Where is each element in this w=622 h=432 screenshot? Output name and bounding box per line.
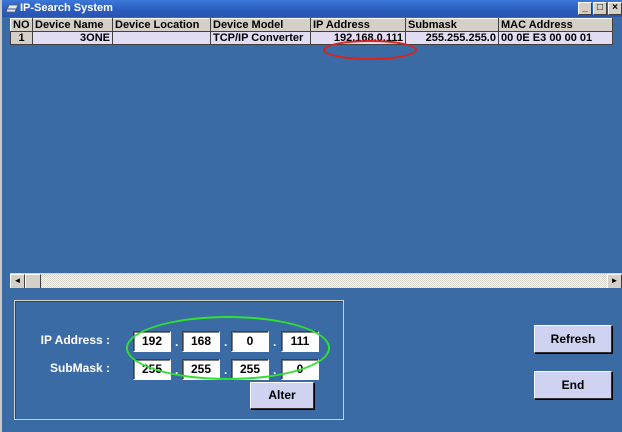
minimize-button[interactable]: _ — [578, 2, 592, 15]
ip-dot-2: . — [224, 335, 228, 349]
cell-mac-address[interactable]: 00 0E E3 00 00 01 — [498, 31, 613, 45]
submask-dot-3: . — [273, 363, 277, 377]
column-header-device-location[interactable]: Device Location — [112, 18, 211, 32]
horizontal-scrollbar[interactable]: ◄ ► — [10, 273, 622, 289]
cell-device-model[interactable]: TCP/IP Converter — [210, 31, 311, 45]
cell-no[interactable]: 1 — [10, 31, 33, 45]
scroll-left-icon[interactable]: ◄ — [10, 274, 25, 289]
title-bar[interactable]: IP-Search System _ □ × — [2, 0, 622, 17]
ip-octet-1-input[interactable]: 192 — [133, 331, 171, 352]
cell-device-name[interactable]: 3ONE — [32, 31, 113, 45]
table-header-row: NO Device Name Device Location Device Mo… — [10, 18, 613, 32]
submask-dot-1: . — [175, 363, 179, 377]
scroll-track[interactable] — [41, 274, 607, 289]
column-header-submask[interactable]: Submask — [405, 18, 499, 32]
submask-octet-3-input[interactable]: 255 — [231, 359, 269, 380]
cell-submask[interactable]: 255.255.255.0 — [405, 31, 499, 45]
column-header-mac-address[interactable]: MAC Address — [498, 18, 613, 32]
column-header-no[interactable]: NO — [10, 18, 33, 32]
submask-label: SubMask : — [49, 361, 110, 375]
scroll-right-icon[interactable]: ► — [607, 274, 622, 289]
ip-octet-3-input[interactable]: 0 — [231, 331, 269, 352]
window-title: IP-Search System — [20, 2, 113, 14]
submask-octet-1-input[interactable]: 255 — [133, 359, 171, 380]
device-grid-area: NO Device Name Device Location Device Mo… — [2, 17, 622, 289]
cell-device-location[interactable] — [112, 31, 211, 45]
close-button[interactable]: × — [608, 2, 622, 15]
cell-ip-address[interactable]: 192.168.0.111 — [310, 31, 406, 45]
scroll-thumb[interactable] — [25, 274, 41, 289]
maximize-button[interactable]: □ — [593, 2, 607, 15]
address-group-box: IP Address : 192 . 168 . 0 . 111 SubMask… — [14, 300, 344, 420]
submask-dot-2: . — [224, 363, 228, 377]
ip-dot-3: . — [273, 335, 277, 349]
ip-dot-1: . — [175, 335, 179, 349]
end-button[interactable]: End — [534, 371, 612, 399]
column-header-device-model[interactable]: Device Model — [210, 18, 311, 32]
column-header-device-name[interactable]: Device Name — [32, 18, 113, 32]
ip-address-label: IP Address : — [40, 333, 110, 347]
table-row[interactable]: 1 3ONE TCP/IP Converter 192.168.0.111 25… — [10, 31, 613, 45]
submask-octet-2-input[interactable]: 255 — [182, 359, 220, 380]
column-header-ip-address[interactable]: IP Address — [310, 18, 406, 32]
refresh-button[interactable]: Refresh — [534, 325, 612, 353]
settings-panel: IP Address : 192 . 168 . 0 . 111 SubMask… — [2, 288, 622, 432]
app-icon — [5, 4, 19, 13]
device-table[interactable]: NO Device Name Device Location Device Mo… — [10, 18, 613, 45]
ip-search-window: IP-Search System _ □ × NO Device Name De… — [0, 0, 622, 432]
ip-octet-4-input[interactable]: 111 — [281, 331, 319, 352]
alter-button[interactable]: Alter — [250, 382, 314, 409]
ip-octet-2-input[interactable]: 168 — [182, 331, 220, 352]
submask-octet-4-input[interactable]: 0 — [281, 359, 319, 380]
